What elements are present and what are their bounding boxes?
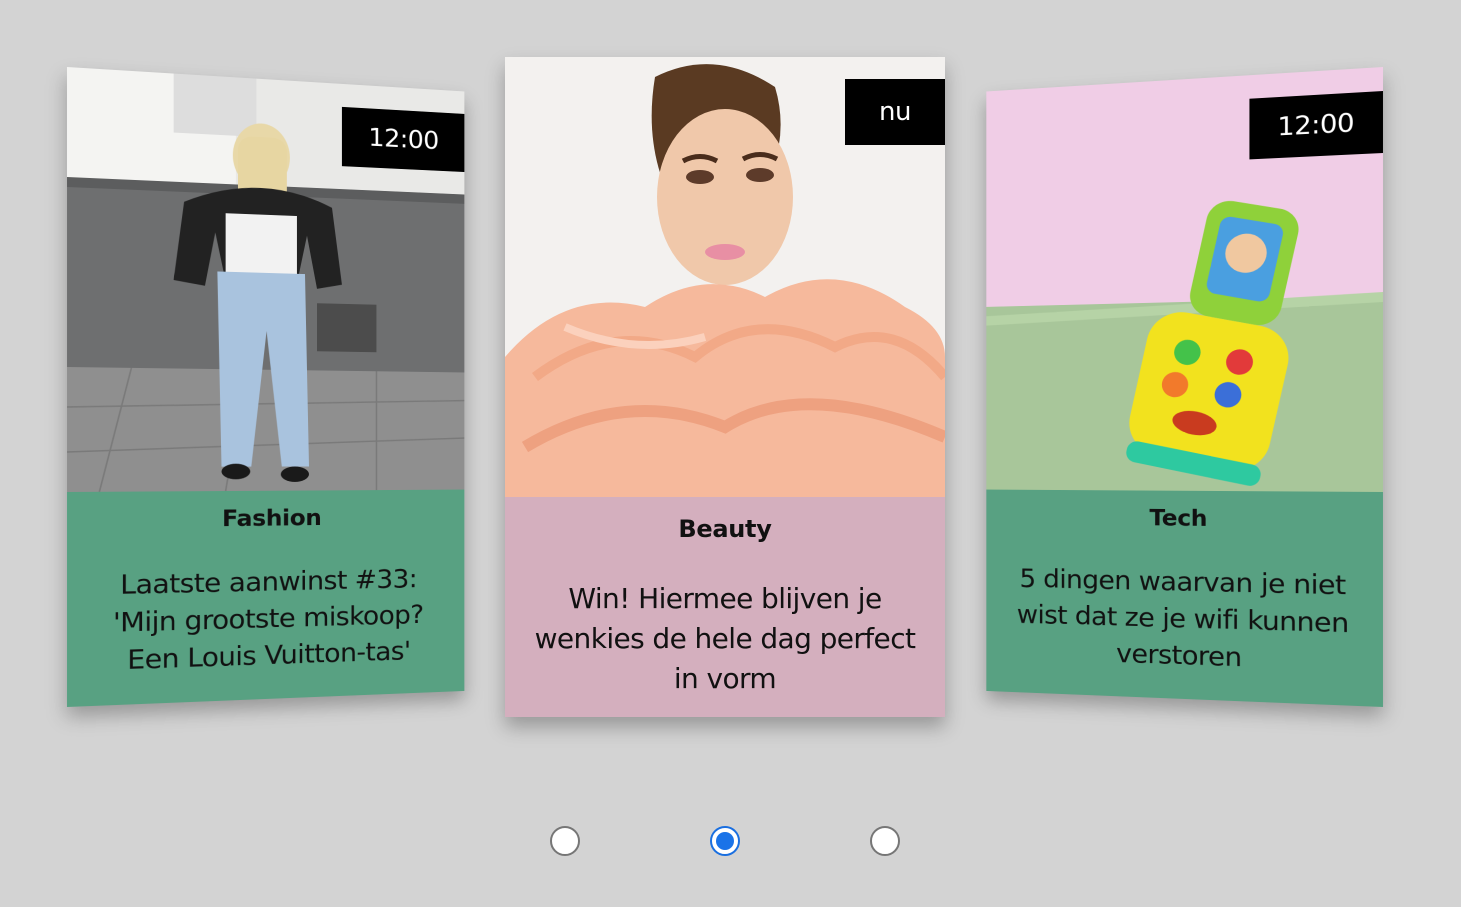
article-body: Fashion Laatste aanwinst #33: 'Mijn groo… xyxy=(67,490,464,707)
article-category: Tech xyxy=(1149,505,1208,532)
article-body: Beauty Win! Hiermee blijven je wenkies d… xyxy=(505,497,945,717)
article-card-fashion[interactable]: 12:00 Fashion Laatste aanwinst #33: 'Mij… xyxy=(67,67,465,707)
pagination-radio-2[interactable] xyxy=(710,826,740,856)
article-category: Fashion xyxy=(222,505,322,533)
pagination-radio-1[interactable] xyxy=(550,826,580,856)
carousel-pagination xyxy=(0,826,1461,860)
article-card-beauty[interactable]: nu Beauty Win! Hiermee blijven je wenkie… xyxy=(505,57,945,717)
time-badge: nu xyxy=(845,79,945,145)
pagination-radio-3[interactable] xyxy=(870,826,900,856)
article-body: Tech 5 dingen waarvan je niet wist dat z… xyxy=(986,490,1383,707)
article-headline[interactable]: Win! Hiermee blijven je wenkies de hele … xyxy=(523,579,927,699)
time-badge: 12:00 xyxy=(341,106,465,173)
carousel: 12:00 Fashion Laatste aanwinst #33: 'Mij… xyxy=(0,0,1461,907)
article-image: nu xyxy=(505,57,945,497)
article-image: 12:00 xyxy=(67,67,465,492)
article-headline[interactable]: 5 dingen waarvan je niet wist dat ze je … xyxy=(1003,561,1363,681)
article-card-tech[interactable]: 12:00 Tech 5 dingen waarvan je niet wist… xyxy=(986,67,1383,707)
time-badge: 12:00 xyxy=(1249,91,1383,160)
article-headline[interactable]: Laatste aanwinst #33: 'Mijn grootste mis… xyxy=(86,561,447,681)
article-category: Beauty xyxy=(678,515,772,543)
article-image: 12:00 xyxy=(986,67,1383,492)
